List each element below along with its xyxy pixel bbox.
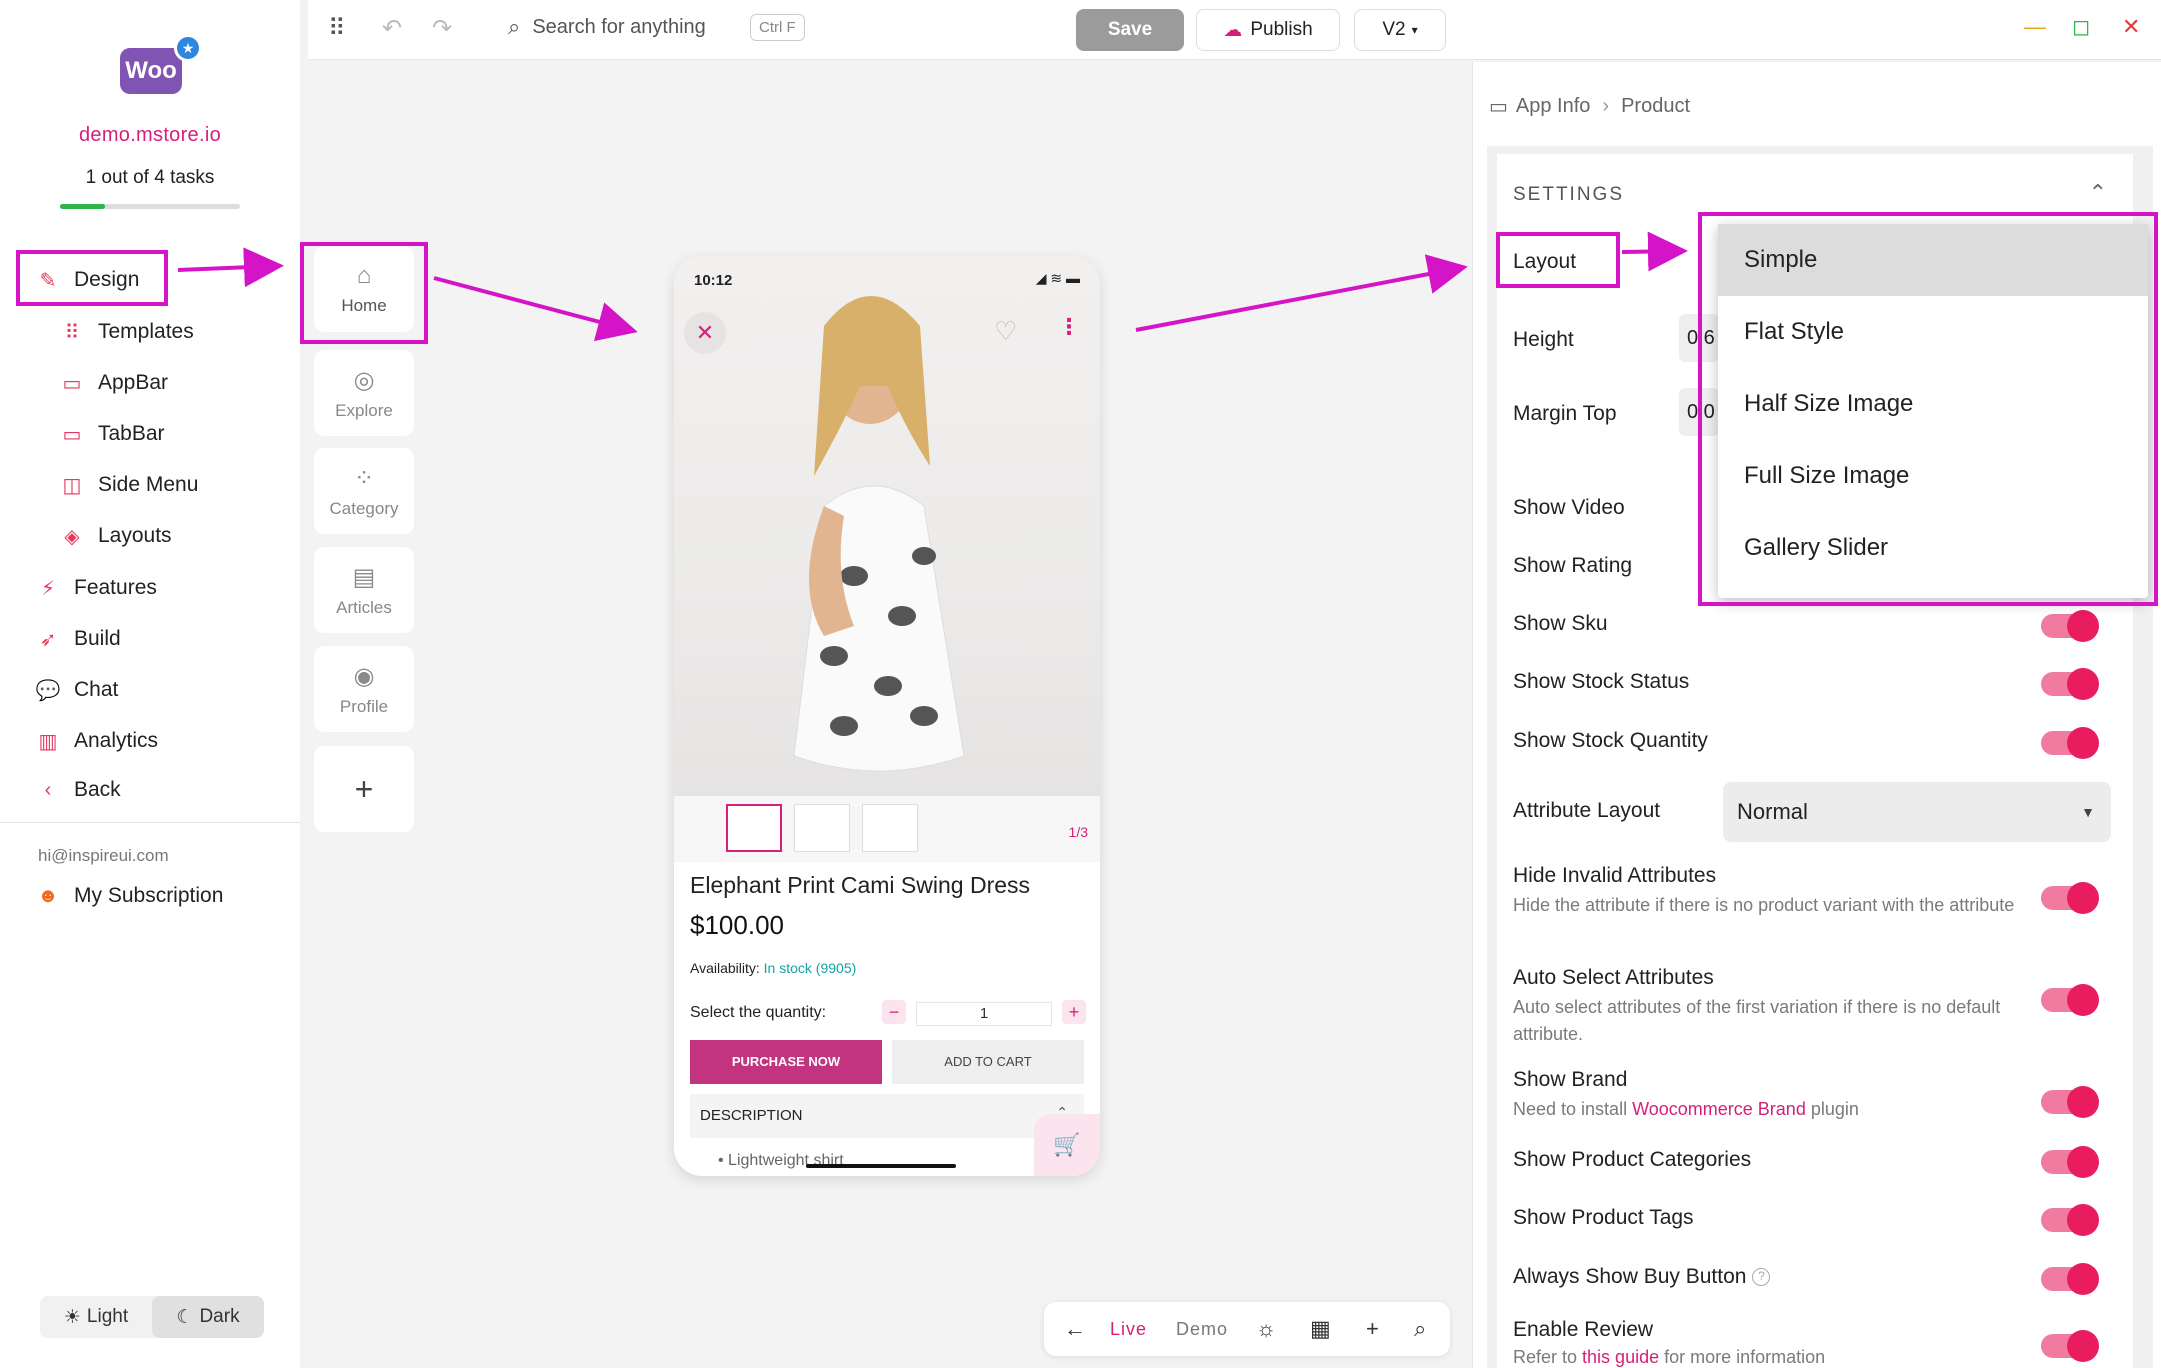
- arrow-layout-to-dropdown: [1621, 231, 1688, 272]
- arrow-home-to-phone: [433, 276, 638, 342]
- arrow-phone-to-layout: [1135, 254, 1468, 332]
- arrow-design-to-home: [177, 247, 284, 288]
- annotation-arrows: [177, 231, 1688, 342]
